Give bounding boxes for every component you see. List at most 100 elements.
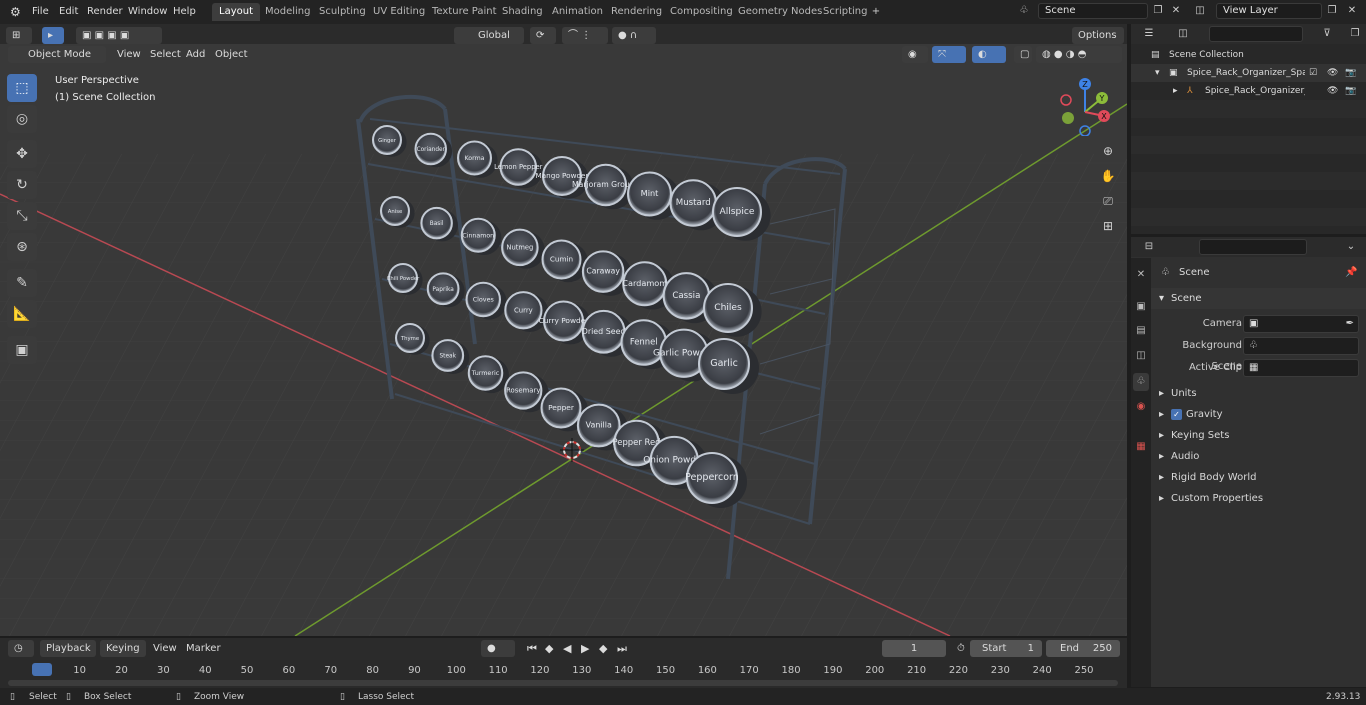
delete-scene-icon[interactable]: ✕ <box>1168 3 1184 19</box>
measure-tool-icon[interactable]: 📐 <box>7 300 37 328</box>
outliner-row-collection[interactable]: ▾ ▣ Spice_Rack_Organizer_Space ☑ 👁 📷 <box>1131 64 1366 82</box>
background-scene-field[interactable]: ♧ <box>1243 337 1359 355</box>
jump-keyframe-forward-icon[interactable]: ◆ <box>594 640 612 657</box>
xray-toggle-icon[interactable]: ▢ <box>1014 46 1032 63</box>
select-box-tool-icon[interactable]: ⬚ <box>7 74 37 102</box>
tab-scripting[interactable]: Scripting <box>816 3 874 21</box>
view-layer-icon[interactable]: ◫ <box>1192 3 1208 19</box>
pan-view-icon[interactable]: ✋ <box>1097 165 1119 187</box>
exclude-checkbox-icon[interactable]: ☑ <box>1309 64 1317 82</box>
subpanel-custom-properties[interactable]: ▸ Custom Properties <box>1151 488 1366 509</box>
subpanel-units[interactable]: ▸ Units <box>1151 383 1366 404</box>
tab-modeling[interactable]: Modeling <box>258 3 318 21</box>
transform-tool-icon[interactable]: ⊛ <box>7 233 37 261</box>
navigation-gizmo[interactable]: Z Y X <box>1058 74 1120 136</box>
menu-help[interactable]: Help <box>167 4 202 20</box>
expand-arrow-icon[interactable]: ▸ <box>1159 383 1164 404</box>
subpanel-gravity[interactable]: ▸ ✓ Gravity <box>1151 404 1366 425</box>
tab-compositing[interactable]: Compositing <box>663 3 740 21</box>
menu-view[interactable]: View <box>112 46 146 63</box>
annotate-tool-icon[interactable]: ✎ <box>7 269 37 297</box>
cursor-tool-icon[interactable]: ◎ <box>7 105 37 133</box>
current-frame-field[interactable]: 1 <box>882 640 946 657</box>
expand-arrow-icon[interactable]: ▸ <box>1159 404 1164 425</box>
tab-layout[interactable]: Layout <box>212 3 260 21</box>
timeline-scrollbar[interactable] <box>8 680 1118 686</box>
jump-start-icon[interactable]: ⏮ <box>522 640 542 657</box>
mode-dropdown[interactable]: Object Mode <box>8 46 106 63</box>
move-tool-icon[interactable]: ✥ <box>7 140 37 168</box>
expand-arrow-icon[interactable]: ▸ <box>1159 467 1164 488</box>
add-workspace-icon[interactable]: + <box>868 4 884 20</box>
snap-toggle-icon[interactable]: ⌒ ⋮ <box>562 27 608 44</box>
camera-field[interactable]: ▣ ✒ <box>1243 315 1359 333</box>
proportional-edit-icon[interactable]: ● ∩ <box>612 27 656 44</box>
editor-type-icon[interactable]: ⊞ <box>6 27 32 44</box>
collapse-arrow-icon[interactable]: ▾ <box>1159 288 1164 309</box>
jump-end-icon[interactable]: ⏭ <box>612 640 632 657</box>
new-collection-icon[interactable]: ❐ <box>1347 26 1363 42</box>
display-mode-icon[interactable]: ◫ <box>1175 26 1191 42</box>
transform-orientation-dropdown[interactable]: Global <box>454 27 524 44</box>
world-tab-icon[interactable]: ◉ <box>1133 398 1149 416</box>
expand-arrow-icon[interactable]: ▾ <box>1155 64 1160 82</box>
eye-icon[interactable]: 👁 <box>1327 82 1338 100</box>
visibility-icon[interactable]: ◉ <box>902 46 928 63</box>
output-tab-icon[interactable]: ▤ <box>1133 322 1149 340</box>
outliner-row-object[interactable]: ▸ ⅄ Spice_Rack_Organizer_Sp 👁 📷 <box>1131 82 1366 100</box>
scene-selector-icon[interactable]: ♧ <box>1016 3 1032 19</box>
outliner-editor-icon[interactable]: ☰ <box>1141 26 1157 42</box>
end-frame-field[interactable]: End 250 <box>1046 640 1120 657</box>
zoom-view-icon[interactable]: ⊕ <box>1097 140 1119 162</box>
new-view-layer-icon[interactable]: ❐ <box>1324 3 1340 19</box>
rotate-tool-icon[interactable]: ↻ <box>7 171 37 199</box>
tool-tab-icon[interactable]: ✕ <box>1133 266 1149 284</box>
render-tab-icon[interactable]: ▣ <box>1133 298 1149 316</box>
new-scene-icon[interactable]: ❐ <box>1150 3 1166 19</box>
camera-render-icon[interactable]: 📷 <box>1345 82 1356 100</box>
jump-keyframe-back-icon[interactable]: ◆ <box>540 640 558 657</box>
selection-mode-icon[interactable]: ▣ ▣ ▣ ▣ <box>76 27 162 44</box>
menu-file[interactable]: File <box>26 4 55 20</box>
subpanel-keying-sets[interactable]: ▸ Keying Sets <box>1151 425 1366 446</box>
expand-arrow-icon[interactable]: ▸ <box>1173 82 1178 100</box>
active-clip-field[interactable]: ▦ <box>1243 359 1359 377</box>
tab-animation[interactable]: Animation <box>545 3 610 21</box>
subpanel-rigid-body-world[interactable]: ▸ Rigid Body World <box>1151 467 1366 488</box>
gizmo-toggle-icon[interactable]: ⤧ <box>932 46 966 63</box>
camera-view-icon[interactable]: ⎚ <box>1097 190 1119 212</box>
perspective-toggle-icon[interactable]: ⊞ <box>1097 215 1119 237</box>
view-layer-tab-icon[interactable]: ◫ <box>1133 347 1149 365</box>
scale-tool-icon[interactable]: ⤡ <box>7 202 37 230</box>
pivot-point-icon[interactable]: ⟳ <box>530 27 556 44</box>
menu-add[interactable]: Add <box>181 46 210 63</box>
timeline-editor-icon[interactable]: ◷ <box>8 640 34 657</box>
filter-icon[interactable]: ⊽ <box>1319 26 1335 42</box>
outliner-search-input[interactable] <box>1209 26 1303 42</box>
shading-mode-icon[interactable]: ◍ ● ◑ ◓ <box>1036 46 1122 63</box>
overlay-toggle-icon[interactable]: ◐ <box>972 46 1006 63</box>
scene-tab-icon[interactable]: ♧ <box>1133 373 1149 391</box>
playhead[interactable] <box>32 663 52 676</box>
keying-menu[interactable]: Keying <box>100 640 146 657</box>
select-tool-icon[interactable]: ▸ <box>42 27 64 44</box>
tab-geometry-nodes[interactable]: Geometry Nodes <box>731 3 829 21</box>
blender-logo-icon[interactable]: ⚙ <box>4 4 27 20</box>
options-dropdown[interactable]: Options <box>1072 27 1124 44</box>
gravity-checkbox-icon[interactable]: ✓ <box>1171 409 1182 420</box>
properties-search-input[interactable] <box>1199 239 1307 255</box>
texture-tab-icon[interactable]: ▦ <box>1133 438 1149 456</box>
delete-view-layer-icon[interactable]: ✕ <box>1344 3 1360 19</box>
menu-window[interactable]: Window <box>122 4 173 20</box>
play-icon[interactable]: ▶ <box>576 640 594 657</box>
viewport-canvas[interactable]: Ginger Coriander Korma Lemon PepperMango Po… <box>0 44 1127 636</box>
tab-rendering[interactable]: Rendering <box>604 3 669 21</box>
tab-sculpting[interactable]: Sculpting <box>312 3 373 21</box>
tab-uv-editing[interactable]: UV Editing <box>366 3 432 21</box>
menu-edit[interactable]: Edit <box>53 4 84 20</box>
menu-select[interactable]: Select <box>145 46 186 63</box>
3d-viewport[interactable]: Ginger Coriander Korma Lemon Pepper Mango Po… <box>0 44 1127 636</box>
playback-menu[interactable]: Playback <box>40 640 96 657</box>
view-layer-field[interactable]: View Layer <box>1216 3 1322 19</box>
menu-object[interactable]: Object <box>210 46 253 63</box>
